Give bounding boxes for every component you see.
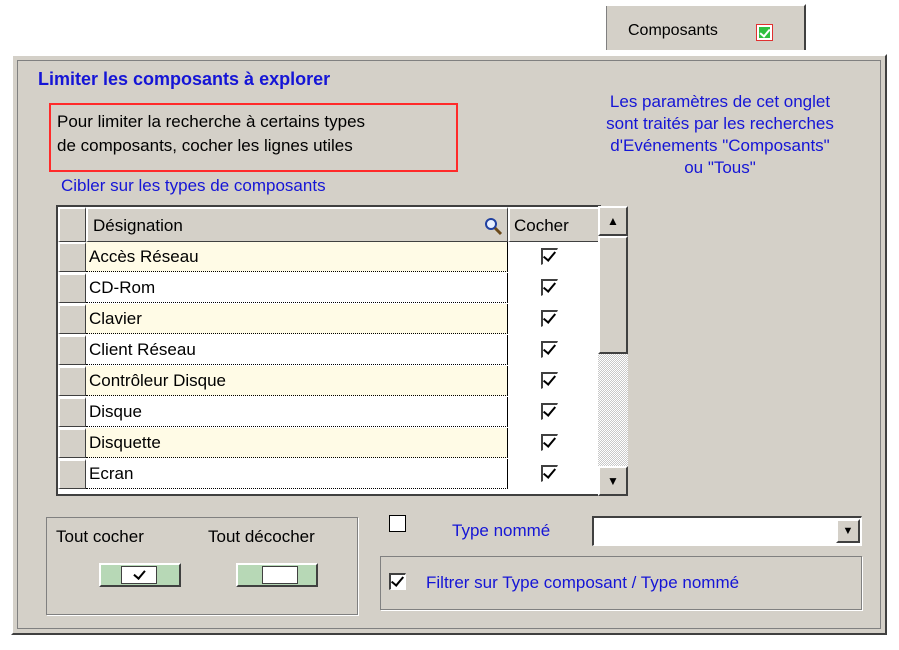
checkmark-icon	[542, 341, 557, 355]
cell-cocher	[508, 242, 599, 272]
table-row[interactable]: CD-Rom	[58, 273, 599, 303]
table-row[interactable]: Accès Réseau	[58, 242, 599, 272]
row-checkbox[interactable]	[541, 248, 558, 265]
note-line: Pour limiter la recherche à certains typ…	[57, 112, 366, 131]
row-checkbox[interactable]	[541, 310, 558, 327]
tab-label: Composants	[628, 22, 718, 39]
row-checkbox[interactable]	[541, 465, 558, 482]
row-checkbox[interactable]	[541, 434, 558, 451]
row-selector[interactable]	[58, 428, 86, 458]
row-checkbox[interactable]	[541, 279, 558, 296]
search-icon[interactable]	[483, 216, 503, 241]
info-line: d'Evénements "Composants"	[610, 136, 830, 155]
cell-cocher	[508, 366, 599, 396]
cell-cocher	[508, 459, 599, 489]
cell-designation[interactable]: CD-Rom	[86, 273, 508, 303]
row-selector[interactable]	[58, 304, 86, 334]
checkmark-icon	[542, 372, 557, 386]
filter-checkbox[interactable]	[389, 573, 406, 590]
row-checkbox[interactable]	[541, 403, 558, 420]
uncheck-all-button[interactable]	[236, 563, 318, 587]
grid-title: Cibler sur les types de composants	[61, 176, 326, 195]
row-selector[interactable]	[58, 459, 86, 489]
header-row-selector[interactable]	[58, 207, 86, 242]
note-line: de composants, cocher les lignes utiles	[57, 136, 353, 155]
chevron-down-icon[interactable]: ▼	[836, 519, 860, 543]
info-line: Les paramètres de cet onglet	[609, 92, 831, 111]
info-text: Les paramètres de cet onglet sont traité…	[560, 91, 880, 179]
table-row[interactable]: Clavier	[58, 304, 599, 334]
table-row[interactable]: Disquette	[58, 428, 599, 458]
cell-designation[interactable]: Contrôleur Disque	[86, 366, 508, 396]
filter-label: Filtrer sur Type composant / Type nommé	[426, 573, 740, 592]
row-selector[interactable]	[58, 335, 86, 365]
table-row[interactable]: Ecran	[58, 459, 599, 489]
cell-designation[interactable]: Disquette	[86, 428, 508, 458]
check-all-label: Tout cocher	[56, 527, 144, 546]
cell-designation[interactable]: Accès Réseau	[86, 242, 508, 272]
cell-designation[interactable]: Ecran	[86, 459, 508, 489]
column-header-cocher[interactable]: Cocher	[508, 207, 599, 242]
scroll-up-arrow-icon[interactable]: ▲	[598, 206, 628, 236]
row-checkbox[interactable]	[541, 372, 558, 389]
row-selector[interactable]	[58, 273, 86, 303]
section-title: Limiter les composants à explorer	[38, 69, 331, 89]
cell-designation[interactable]: Clavier	[86, 304, 508, 334]
table-row[interactable]: Client Réseau	[58, 335, 599, 365]
cell-cocher	[508, 428, 599, 458]
table-row[interactable]: Contrôleur Disque	[58, 366, 599, 396]
checked-slot-icon	[121, 566, 157, 584]
type-nomme-label: Type nommé	[452, 521, 551, 540]
cell-cocher	[508, 397, 599, 427]
info-line: ou "Tous"	[684, 158, 756, 177]
scroll-down-arrow-icon[interactable]: ▼	[598, 466, 628, 496]
cell-cocher	[508, 304, 599, 334]
column-header-cocher-label: Cocher	[514, 216, 569, 235]
row-selector[interactable]	[58, 397, 86, 427]
scroll-thumb[interactable]	[598, 236, 628, 354]
cell-cocher	[508, 335, 599, 365]
component-types-grid: Désignation Cocher Accès Réseau CD-Rom Cla…	[56, 205, 601, 496]
table-row[interactable]: Disque	[58, 397, 599, 427]
checkmark-icon	[542, 434, 557, 448]
note-text: Pour limiter la recherche à certains typ…	[57, 110, 455, 158]
row-selector[interactable]	[58, 366, 86, 396]
cell-designation[interactable]: Client Réseau	[86, 335, 508, 365]
checkmark-icon	[542, 279, 557, 293]
checkmark-icon	[542, 465, 557, 479]
grid-vertical-scrollbar[interactable]: ▲ ▼	[598, 206, 628, 496]
checkmark-icon	[542, 403, 557, 417]
cell-cocher	[508, 273, 599, 303]
uncheck-all-label: Tout décocher	[208, 527, 315, 546]
tab-checked-icon	[756, 24, 773, 41]
info-line: sont traités par les recherches	[606, 114, 834, 133]
checkmark-icon	[542, 248, 557, 262]
column-header-designation[interactable]: Désignation	[86, 207, 508, 242]
type-nomme-select[interactable]: ▼	[592, 516, 862, 546]
type-nomme-checkbox[interactable]	[389, 515, 406, 532]
empty-slot-icon	[262, 566, 298, 584]
column-header-designation-label: Désignation	[93, 216, 183, 235]
row-selector[interactable]	[58, 242, 86, 272]
check-all-button[interactable]	[99, 563, 181, 587]
row-checkbox[interactable]	[541, 341, 558, 358]
cell-designation[interactable]: Disque	[86, 397, 508, 427]
checkmark-icon	[542, 310, 557, 324]
